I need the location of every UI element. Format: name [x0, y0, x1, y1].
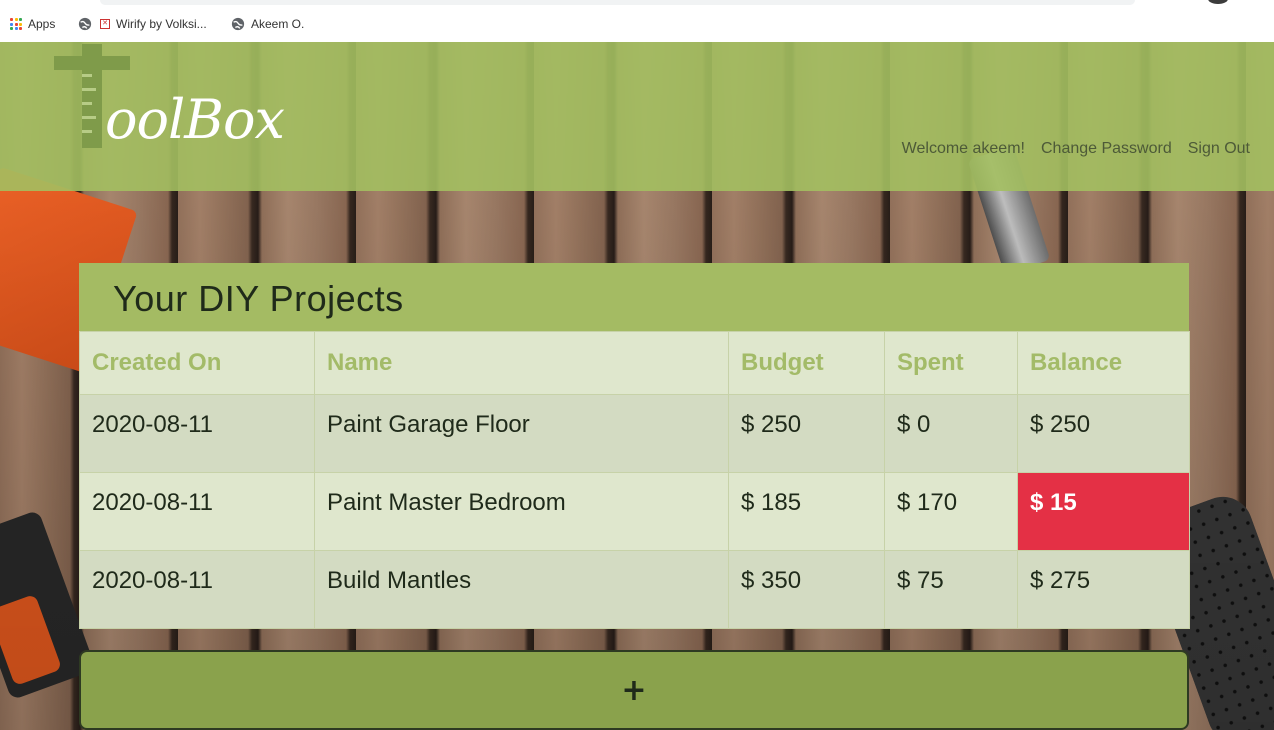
add-project-button[interactable]: + — [79, 650, 1189, 730]
bookmark-label: Apps — [28, 17, 56, 31]
cell-balance: $ 250 — [1017, 394, 1190, 473]
bookmark-wirify[interactable]: ✕ Wirify by Volksi... — [78, 15, 207, 33]
cell-spent: $ 0 — [884, 394, 1018, 473]
globe-icon — [231, 17, 245, 31]
bookmarks-bar: Apps ✕ Wirify by Volksi... Akeem O. — [0, 0, 1274, 43]
cell-spent: $ 170 — [884, 472, 1018, 551]
bookmark-label: Akeem O. — [251, 17, 305, 31]
cell-created-on: 2020-08-11 — [79, 472, 315, 551]
cell-budget: $ 350 — [728, 550, 885, 629]
change-password-link[interactable]: Change Password — [1041, 140, 1172, 158]
column-header-spent: Spent — [884, 331, 1018, 395]
sign-out-link[interactable]: Sign Out — [1188, 140, 1250, 158]
cell-name[interactable]: Build Mantles — [314, 550, 729, 629]
cell-balance: $ 275 — [1017, 550, 1190, 629]
wirify-favicon-icon: ✕ — [100, 19, 110, 29]
address-bar-edge[interactable] — [100, 0, 1135, 5]
globe-icon — [78, 17, 92, 31]
column-header-created-on: Created On — [79, 331, 315, 395]
cell-created-on: 2020-08-11 — [79, 394, 315, 473]
table-header-row: Created On Name Budget Spent Balance — [79, 331, 1190, 395]
table-row[interactable]: 2020-08-11 Paint Garage Floor $ 250 $ 0 … — [79, 394, 1190, 473]
profile-icon[interactable] — [1208, 0, 1228, 4]
cell-spent: $ 75 — [884, 550, 1018, 629]
page-title: Your DIY Projects — [79, 263, 1189, 331]
bookmark-apps[interactable]: Apps — [10, 15, 55, 33]
top-nav: Welcome akeem! Change Password Sign Out — [902, 140, 1250, 158]
cell-name[interactable]: Paint Garage Floor — [314, 394, 729, 473]
projects-table: Created On Name Budget Spent Balance 202… — [79, 331, 1190, 629]
table-row[interactable]: 2020-08-11 Paint Master Bedroom $ 185 $ … — [79, 472, 1190, 551]
table-row[interactable]: 2020-08-11 Build Mantles $ 350 $ 75 $ 27… — [79, 550, 1190, 629]
welcome-text: Welcome akeem! — [901, 140, 1025, 157]
cell-created-on: 2020-08-11 — [79, 550, 315, 629]
logo-text[interactable]: oolBox — [105, 88, 285, 151]
column-header-balance: Balance — [1017, 331, 1190, 395]
cell-budget: $ 250 — [728, 394, 885, 473]
bookmark-label: Wirify by Volksi... — [116, 17, 207, 31]
cell-balance-alert: $ 15 — [1017, 472, 1190, 551]
column-header-budget: Budget — [728, 331, 885, 395]
bookmark-akeem[interactable]: Akeem O. — [231, 15, 304, 33]
cell-name[interactable]: Paint Master Bedroom — [314, 472, 729, 551]
cell-budget: $ 185 — [728, 472, 885, 551]
column-header-name: Name — [314, 331, 729, 395]
apps-grid-icon — [10, 18, 22, 30]
site-header: oolBox Welcome akeem! Change Password Si… — [0, 42, 1274, 191]
projects-panel: Your DIY Projects Created On Name Budget… — [79, 263, 1190, 629]
